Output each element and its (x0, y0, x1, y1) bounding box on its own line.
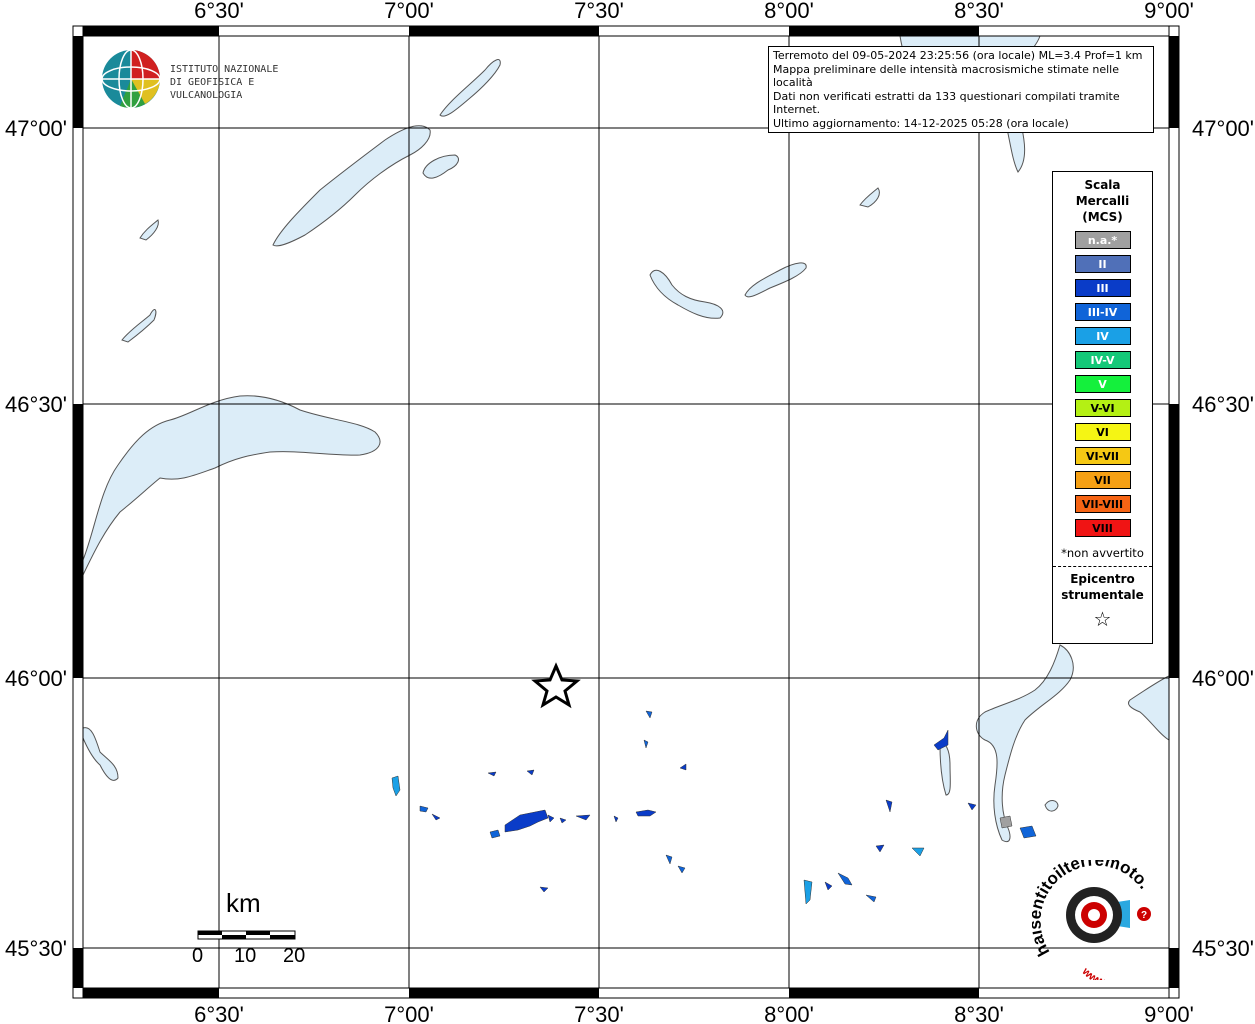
lon-tick-label: 8°30' (954, 0, 1004, 23)
lat-tick-label: 47°00' (5, 116, 67, 141)
legend-swatches: n.a.* II III III-IV IV IV-V V V-VI VI VI-VII VII VI… (1053, 231, 1152, 537)
logo-line1: ISTITUTO NAZIONALE (170, 64, 279, 75)
legend-swatch: V (1074, 375, 1131, 393)
legend-swatch: VI (1074, 423, 1131, 441)
lat-labels-left: 47°00' 46°30' 46°00' 45°30' (5, 116, 67, 961)
haisentito-www: www. (1079, 965, 1108, 989)
target-icon: haisentitoilterremoto.it www. ? (1025, 845, 1154, 989)
legend-swatch: V-VI (1074, 399, 1131, 417)
scale-label: 10 (234, 945, 257, 967)
lat-tick-label: 46°00' (5, 666, 67, 691)
mcs-legend: Scala Mercalli (MCS) n.a.* II III III-IV IV I… (1052, 171, 1153, 644)
lat-labels-right: 47°00' 46°30' 46°00' 45°30' (1192, 116, 1254, 961)
event-info-line: Terremoto del 09-05-2024 23:25:56 (ora l… (773, 49, 1143, 62)
legend-divider (1053, 566, 1152, 567)
legend-swatch: VII (1074, 471, 1131, 489)
lat-tick-label: 45°30' (5, 936, 67, 961)
lon-tick-label: 7°30' (574, 0, 624, 23)
globe-icon (101, 49, 161, 109)
lon-tick-label: 9°00' (1144, 0, 1194, 23)
legend-swatch: IV (1074, 327, 1131, 345)
legend-epicenter-line: Epicentro (1070, 572, 1135, 586)
scale-label: 0 (192, 945, 204, 967)
lon-tick-label: 8°30' (954, 1002, 1004, 1024)
lat-tick-label: 46°30' (5, 392, 67, 417)
lake-varese (1044, 800, 1059, 812)
event-info-line: Ultimo aggiornamento: 14-12-2025 05:28 (… (773, 116, 1069, 130)
lat-tick-label: 46°30' (1192, 392, 1254, 417)
legend-swatch: III-IV (1074, 303, 1131, 321)
lat-tick-label: 46°00' (1192, 666, 1254, 691)
lon-tick-label: 7°30' (574, 1002, 624, 1024)
event-info-box: Terremoto del 09-05-2024 23:25:56 (ora l… (768, 46, 1154, 133)
scale-bar-graphic (197, 930, 296, 940)
legend-swatch: VI-VII (1074, 447, 1131, 465)
ingv-logo: ISTITUTO NAZIONALE DI GEOFISICA E VULCAN… (100, 48, 320, 110)
legend-epicenter-line: strumentale (1061, 588, 1144, 602)
lon-tick-label: 6°30' (194, 1002, 244, 1024)
legend-title: Scala Mercalli (MCS) (1053, 177, 1152, 225)
lat-tick-label: 45°30' (1192, 936, 1254, 961)
lon-labels-bottom: 6°30' 7°00' 7°30' 8°00' 8°30' 9°00' (194, 1002, 1194, 1024)
map-area (82, 35, 1170, 989)
star-icon: ☆ (1093, 607, 1112, 631)
lon-tick-label: 7°00' (384, 1002, 434, 1024)
lon-tick-label: 8°00' (764, 1002, 814, 1024)
lon-tick-label: 6°30' (194, 0, 244, 23)
lon-labels-top: 6°30' 7°00' 7°30' 8°00' 8°30' 9°00' (194, 0, 1194, 23)
lat-tick-label: 47°00' (1192, 116, 1254, 141)
legend-title-line: (MCS) (1082, 210, 1123, 224)
legend-epicenter-label: Epicentro strumentale (1053, 571, 1152, 603)
legend-swatch: n.a.* (1074, 231, 1131, 249)
scale-label: 20 (283, 945, 306, 967)
scale-unit: km (226, 888, 261, 918)
legend-swatch: VII-VIII (1074, 495, 1131, 513)
legend-swatch: III (1074, 279, 1131, 297)
event-info-line: Mappa preliminare delle intensità macros… (773, 62, 1119, 90)
legend-swatch: IV-V (1074, 351, 1131, 369)
intensity-patch (999, 815, 1013, 829)
event-info-line: Dati non verificati estratti da 133 ques… (773, 89, 1120, 117)
question-icon: ? (1141, 910, 1147, 921)
svg-text:www.: www. (1079, 965, 1108, 980)
lon-tick-label: 8°00' (764, 0, 814, 23)
legend-swatch: VIII (1074, 519, 1131, 537)
legend-note: *non avvertito (1061, 546, 1144, 560)
lon-tick-label: 7°00' (384, 0, 434, 23)
scale-bar: km 0 10 20 (190, 888, 310, 978)
legend-title-line: Scala (1084, 178, 1121, 192)
legend-title-line: Mercalli (1075, 194, 1130, 208)
lon-tick-label: 9°00' (1144, 1002, 1194, 1024)
haisentito-logo: haisentitoilterremoto.it www. ? (1025, 845, 1162, 989)
legend-swatch: II (1074, 255, 1131, 273)
logo-line2: DI GEOFISICA E VULCANOLOGIA (170, 77, 255, 101)
